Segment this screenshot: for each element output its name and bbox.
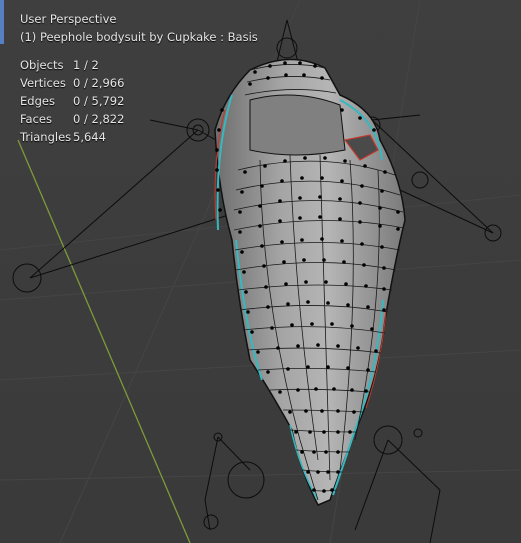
stat-value: 0 / 2,966 bbox=[73, 76, 125, 90]
3d-viewport[interactable]: User Perspective (1) Peephole bodysuit b… bbox=[0, 0, 521, 543]
stat-row-triangles: Triangles 5,644 bbox=[20, 128, 258, 146]
active-object-label: (1) Peephole bodysuit by Cupkake : Basis bbox=[20, 30, 258, 44]
stat-value: 0 / 5,792 bbox=[73, 94, 125, 108]
y-axis-line bbox=[17, 139, 191, 543]
stat-label: Faces bbox=[20, 112, 52, 126]
stat-value: 5,644 bbox=[73, 130, 106, 144]
stat-row-faces: Faces 0 / 2,822 bbox=[20, 110, 258, 128]
stat-value: 0 / 2,822 bbox=[73, 112, 125, 126]
stat-label: Vertices bbox=[20, 76, 66, 90]
stat-row-objects: Objects 1 / 2 bbox=[20, 56, 258, 74]
viewport-info-overlay: User Perspective (1) Peephole bodysuit b… bbox=[20, 10, 258, 146]
perspective-label: User Perspective bbox=[20, 12, 117, 26]
scene-statistics: Objects 1 / 2 Vertices 0 / 2,966 Edges 0… bbox=[20, 56, 258, 146]
stat-value: 1 / 2 bbox=[73, 58, 99, 72]
stat-label: Edges bbox=[20, 94, 55, 108]
stat-label: Objects bbox=[20, 58, 64, 72]
stat-row-vertices: Vertices 0 / 2,966 bbox=[20, 74, 258, 92]
stat-row-edges: Edges 0 / 5,792 bbox=[20, 92, 258, 110]
stat-label: Triangles bbox=[20, 130, 72, 144]
